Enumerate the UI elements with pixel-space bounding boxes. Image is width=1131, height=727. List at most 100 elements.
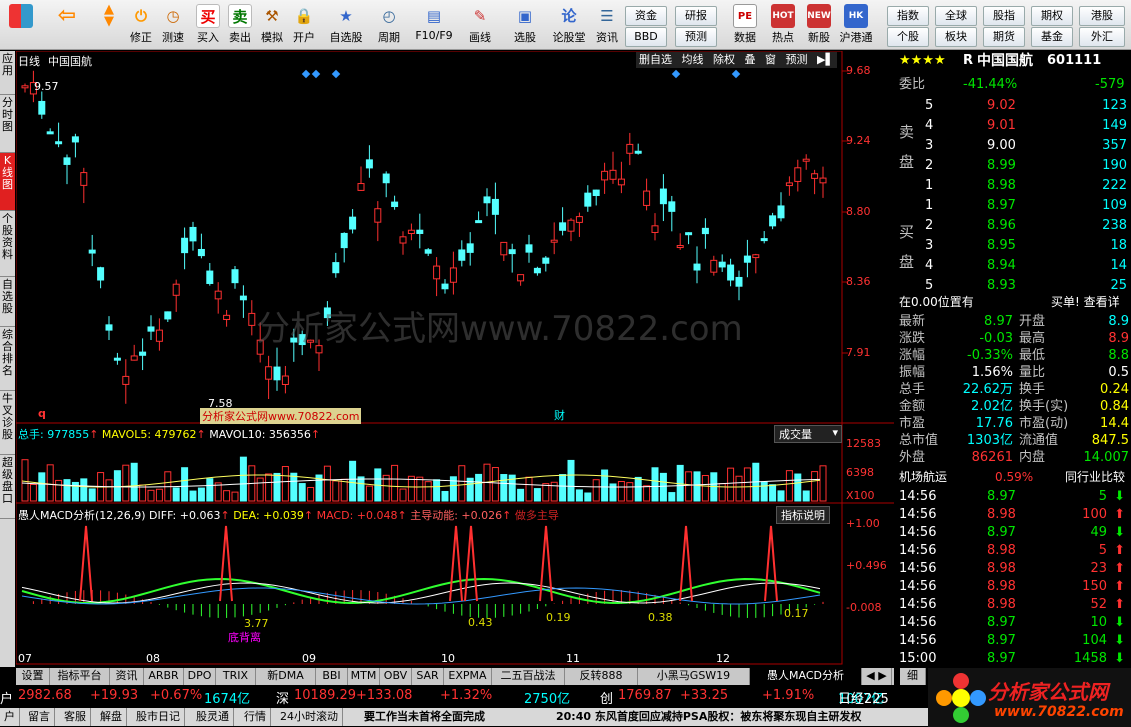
menu-window[interactable]: 窗	[762, 53, 779, 66]
status-tab[interactable]: 行情	[240, 708, 271, 726]
menu-ma[interactable]: 均线	[679, 53, 707, 66]
tab-watchlist[interactable]: 自选股	[0, 277, 15, 327]
indicator-tab[interactable]: SAR	[412, 668, 444, 685]
event-mark-q[interactable]: q	[38, 407, 46, 420]
index-name[interactable]: 户	[0, 688, 13, 707]
layout-menu-button[interactable]	[4, 2, 38, 48]
indicator-tab[interactable]: 小黑马GSW19	[638, 668, 750, 685]
period-button[interactable]: ◴ 周期	[372, 2, 406, 48]
new-stock-button[interactable]: NEW 新股	[802, 2, 836, 48]
stock-select-button[interactable]: ▣ 选股	[508, 2, 542, 48]
hot-button[interactable]: HOT 热点	[766, 2, 800, 48]
sell-level-row[interactable]: 4 9.01 149	[895, 117, 1131, 135]
status-tab[interactable]: 股市日记	[132, 708, 185, 726]
indicator-help-button[interactable]: 指标说明	[776, 506, 830, 524]
back-button[interactable]: ⇦	[50, 2, 84, 48]
global-button[interactable]: 全球	[935, 6, 977, 26]
index-name[interactable]: 创	[600, 688, 613, 707]
forex-button[interactable]: 外汇	[1079, 27, 1125, 47]
buy-button[interactable]: 买买入	[191, 2, 225, 48]
research-button[interactable]: 研报	[675, 6, 717, 26]
menu-forecast[interactable]: 预测	[783, 53, 811, 66]
scroll-arrows[interactable]: ◀ ▶	[862, 668, 892, 685]
sell-level-row[interactable]: 2 8.99 190	[895, 157, 1131, 175]
chart-menu-arrow-icon[interactable]: ▶▌	[814, 53, 837, 66]
indicator-tab[interactable]: DPO	[184, 668, 216, 685]
price-tick-3: 8.80	[846, 205, 871, 218]
indicator-tab[interactable]: 反转888	[565, 668, 638, 685]
indicator-tab[interactable]: 资讯	[110, 668, 144, 685]
up-down-button[interactable]: ▲ ▼	[92, 2, 126, 48]
single-stock-button[interactable]: 个股	[887, 27, 929, 47]
industry-compare-link[interactable]: 同行业比较	[1065, 468, 1125, 486]
index-name[interactable]: 深	[276, 688, 289, 707]
sell-button[interactable]: 卖卖出	[223, 2, 257, 48]
news-ticker-2[interactable]: 20:40 东风首度回应减持PSA股权：被东将聚东现自主研发权	[556, 708, 861, 726]
draw-line-button[interactable]: ✎ 画线	[463, 2, 497, 48]
tab-level2[interactable]: 超级盘口	[0, 455, 15, 519]
sell-level-row[interactable]: 1 8.98 222	[895, 177, 1131, 195]
event-mark-finance[interactable]: 财	[554, 407, 565, 423]
indicator-tab[interactable]: 愚人MACD分析	[750, 668, 862, 685]
sell-level-row[interactable]: 3 9.00 357	[895, 137, 1131, 155]
menu-delete-watch[interactable]: 删自选	[636, 53, 675, 66]
nikkei-label[interactable]: 日经225	[838, 688, 889, 707]
sell-price: 8.98	[987, 178, 1016, 193]
stock-index-button[interactable]: 股指	[983, 6, 1025, 26]
indicator-tab[interactable]: TRIX	[216, 668, 256, 685]
indicator-tab[interactable]: 设置	[16, 668, 50, 685]
news-button[interactable]: ☰ 资讯	[590, 2, 624, 48]
detail-tab[interactable]: 细	[900, 668, 926, 685]
news-ticker-1[interactable]: 要工作当未首将全面完成	[364, 708, 485, 726]
tab-ranking[interactable]: 综合排名	[0, 327, 15, 391]
sector-button[interactable]: 板块	[935, 27, 977, 47]
industry-name[interactable]: 机场航运	[899, 468, 947, 486]
fund-button[interactable]: 基金	[1031, 27, 1073, 47]
index-button[interactable]: 指数	[887, 6, 929, 26]
menu-exright[interactable]: 除权	[710, 53, 738, 66]
f10-button[interactable]: ▤ F10/F9	[412, 2, 456, 48]
buy-level-row[interactable]: 1 8.97 109	[895, 197, 1131, 215]
tab-kline[interactable]: K线图	[0, 153, 15, 211]
buy-level-row[interactable]: 3 8.95 18	[895, 237, 1131, 255]
data-button[interactable]: PE 数据	[728, 2, 762, 48]
correct-button[interactable]: ⏻ 修正	[124, 2, 158, 48]
buy-level-row[interactable]: 4 8.94 14	[895, 257, 1131, 275]
watchlist-button[interactable]: ★ 自选股	[326, 2, 366, 48]
indicator-tab[interactable]: 指标平台	[50, 668, 110, 685]
tab-diagnose[interactable]: 牛叉诊股	[0, 391, 15, 455]
forecast-button[interactable]: 预测	[675, 27, 717, 47]
sell-level-row[interactable]: 5 9.02 123	[895, 97, 1131, 115]
speed-test-button[interactable]: ◷ 测速	[156, 2, 190, 48]
indicator-tab[interactable]: 新DMA	[256, 668, 316, 685]
hk-stock-button[interactable]: 港股	[1079, 6, 1125, 26]
tab-app[interactable]: 应用	[0, 51, 15, 95]
bbd-button[interactable]: BBD	[625, 27, 667, 47]
buy-level-row[interactable]: 2 8.96 238	[895, 217, 1131, 235]
status-tab[interactable]: 客服	[60, 708, 91, 726]
status-tab[interactable]: 解盘	[96, 708, 127, 726]
indicator-tab[interactable]: 二五百战法	[492, 668, 565, 685]
tab-intraday[interactable]: 分时图	[0, 95, 15, 153]
indicator-tab[interactable]: EXPMA	[444, 668, 492, 685]
kline-chart-panel[interactable]: 日线 中国国航 删自选 均线 除权 叠 窗 预测 ▶▌ 9.68 9.24 8.…	[16, 51, 894, 667]
status-tab[interactable]: 留言	[24, 708, 55, 726]
position-link[interactable]: 买单! 查看详	[1051, 293, 1120, 311]
indicator-tab[interactable]: BBI	[316, 668, 348, 685]
status-tab[interactable]: 股灵通	[192, 708, 234, 726]
simulate-button[interactable]: ⚒ 模拟	[255, 2, 289, 48]
indicator-tab[interactable]: ARBR	[144, 668, 184, 685]
hk-connect-button[interactable]: HK 沪港通	[836, 2, 876, 48]
options-button[interactable]: 期权	[1031, 6, 1073, 26]
indicator-dropdown[interactable]: 成交量 ▾	[774, 425, 842, 443]
status-tab[interactable]: 24小时滚动	[276, 708, 343, 726]
futures-button[interactable]: 期货	[983, 27, 1025, 47]
forum-button[interactable]: 论论股堂	[550, 2, 588, 48]
capital-button[interactable]: 资金	[625, 6, 667, 26]
indicator-tab[interactable]: MTM	[348, 668, 380, 685]
status-tab[interactable]: 户	[0, 708, 20, 726]
open-account-button[interactable]: 🔒 开户	[287, 2, 321, 48]
indicator-tab[interactable]: OBV	[380, 668, 412, 685]
tab-stock-info[interactable]: 个股资料	[0, 211, 15, 277]
menu-overlay[interactable]: 叠	[742, 53, 759, 66]
